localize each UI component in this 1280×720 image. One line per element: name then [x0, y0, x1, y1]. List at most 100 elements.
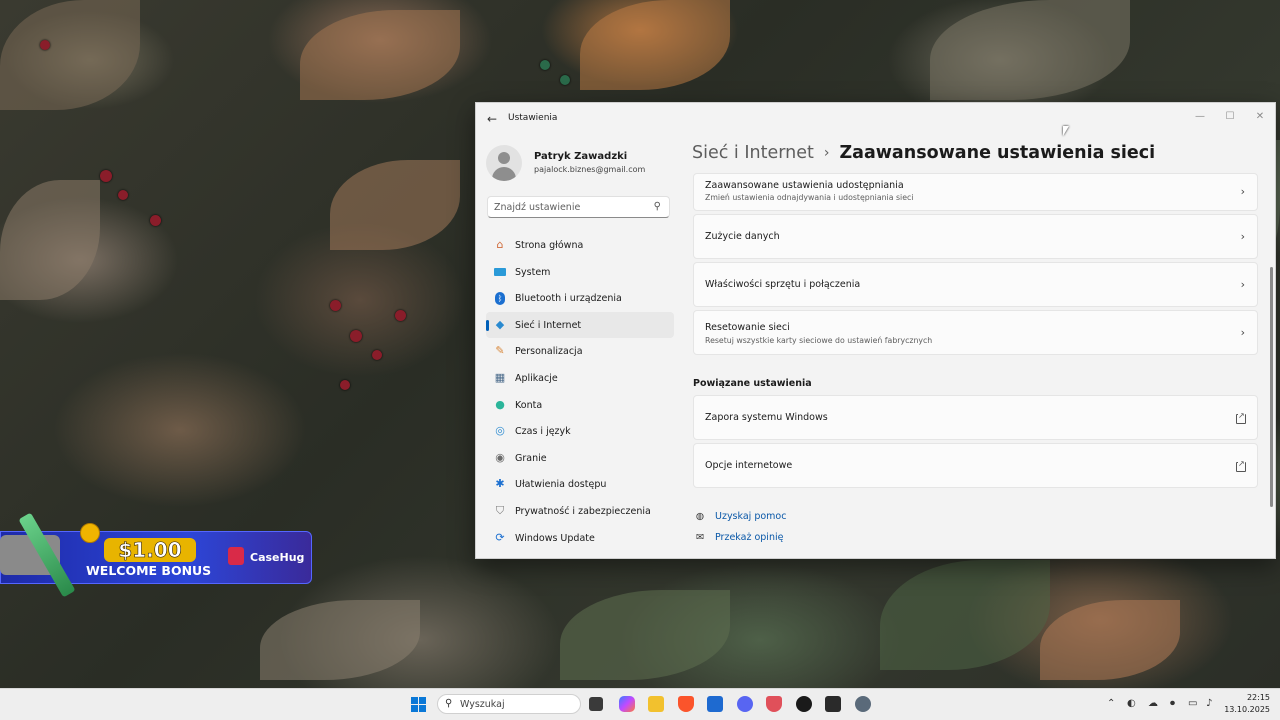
wallpaper-leaf [330, 160, 460, 250]
start-button[interactable] [411, 697, 427, 713]
brush-icon: ✎ [495, 344, 505, 358]
file-explorer-icon[interactable] [648, 696, 664, 712]
taskbar-search[interactable]: ⚲ Wyszukaj [437, 694, 581, 714]
settings-gear-icon[interactable] [855, 696, 871, 712]
windows-logo-icon [411, 697, 418, 704]
card-title: Zużycie danych [705, 231, 780, 242]
discord-icon[interactable] [737, 696, 753, 712]
sidebar-item-network[interactable]: ◆ Sieć i Internet [486, 311, 674, 339]
get-help-link[interactable]: ◍ Uzyskaj pomoc [693, 511, 787, 522]
card-data-usage[interactable]: Zużycie danych › [693, 214, 1258, 259]
copilot-icon[interactable] [619, 696, 635, 712]
sidebar-item-accessibility[interactable]: ✱ Ułatwienia dostępu [486, 471, 674, 498]
help-chat-icon: ◍ [695, 511, 705, 522]
apps-icon: ▦ [494, 370, 506, 384]
give-feedback-link[interactable]: ✉ Przekaż opinię [693, 532, 783, 543]
sidebar-item-label: Konta [515, 399, 543, 411]
card-network-reset[interactable]: Resetowanie sieci Resetuj wszystkie kart… [693, 310, 1258, 355]
obs-icon[interactable] [796, 696, 812, 712]
wallpaper-berry [540, 60, 550, 70]
sidebar-item-personalization[interactable]: ✎ Personalizacja [486, 338, 674, 365]
windows-logo-icon [419, 697, 426, 704]
chevron-right-icon: › [1240, 278, 1245, 291]
wallpaper-berry [560, 75, 570, 85]
card-internet-options[interactable]: Opcje internetowe [693, 443, 1258, 488]
accessibility-icon: ✱ [495, 477, 505, 491]
card-windows-firewall[interactable]: Zapora systemu Windows [693, 395, 1258, 440]
minimize-button[interactable]: — [1186, 107, 1214, 127]
settings-search-input[interactable]: Znajdź ustawienie ⚲ [487, 196, 670, 218]
profile-email: pajalock.biznes@gmail.com [534, 165, 646, 174]
avatar [486, 145, 522, 181]
monitor-icon [493, 265, 507, 279]
sidebar-item-gaming[interactable]: ◉ Granie [486, 445, 674, 472]
mouse-cursor-icon [1063, 126, 1069, 136]
microsoft-store-icon[interactable] [707, 696, 723, 712]
volume-icon[interactable]: ♪ [1206, 698, 1212, 709]
sidebar-item-label: Strona główna [515, 240, 584, 251]
sidebar-nav: ⌂ Strona główna System ᛒ Bluetooth i urz… [486, 232, 674, 551]
user-profile[interactable]: Patryk Zawadzki pajalock.biznes@gmail.co… [486, 143, 666, 183]
card-subtitle: Zmień ustawienia odnajdywania i udostępn… [705, 193, 914, 202]
search-placeholder: Znajdź ustawienie [494, 202, 581, 213]
brave-browser-icon[interactable] [678, 696, 694, 712]
home-icon: ⌂ [496, 238, 504, 251]
breadcrumb: Sieć i Internet › Zaawansowane ustawienia … [692, 143, 1155, 163]
card-title: Resetowanie sieci [705, 322, 790, 333]
sidebar-item-label: Ułatwienia dostępu [515, 479, 607, 491]
windows-logo-icon [419, 705, 426, 712]
scrollbar-thumb[interactable] [1270, 267, 1273, 507]
card-title: Zapora systemu Windows [705, 412, 828, 423]
sidebar-item-accounts[interactable]: ● Konta [486, 392, 674, 419]
person-icon: ● [495, 397, 505, 411]
card-hardware-properties[interactable]: Właściwości sprzętu i połączenia › [693, 262, 1258, 307]
sidebar-item-bluetooth[interactable]: ᛒ Bluetooth i urządzenia [486, 285, 674, 312]
sidebar-item-label: Czas i język [515, 426, 571, 438]
sidebar-item-time-language[interactable]: ◎ Czas i język [486, 418, 674, 445]
onedrive-icon[interactable]: ☁ [1148, 698, 1158, 709]
wallpaper-berry [100, 170, 112, 182]
promo-text: WELCOME BONUS [86, 563, 212, 578]
gamepad-icon: ◉ [495, 450, 505, 464]
sidebar-item-label: Windows Update [515, 532, 595, 544]
clock-time[interactable]: 22:15 [1240, 693, 1270, 702]
browser-icon[interactable] [766, 696, 782, 712]
sidebar-item-label: Prywatność i zabezpieczenia [515, 505, 651, 517]
coin-icon [80, 523, 100, 543]
casehug-logo-icon [228, 547, 244, 565]
breadcrumb-parent[interactable]: Sieć i Internet [692, 143, 814, 163]
chevron-right-icon: › [1240, 185, 1245, 198]
monitor-icon[interactable]: ▭ [1188, 698, 1197, 709]
wallpaper-berry [40, 40, 50, 50]
sidebar-item-label: Aplikacje [515, 372, 558, 384]
search-icon: ⚲ [445, 698, 453, 709]
wallpaper-leaf [930, 0, 1130, 100]
card-subtitle: Resetuj wszystkie karty sieciowe do usta… [705, 336, 933, 345]
profile-name: Patryk Zawadzki [534, 151, 628, 162]
get-help-label: Uzyskaj pomoc [715, 511, 787, 522]
wallpaper-leaf [1040, 600, 1180, 680]
chevron-up-icon[interactable]: ⌃ [1107, 698, 1115, 709]
sidebar-item-home[interactable]: ⌂ Strona główna [486, 232, 674, 259]
sidebar-item-label: Personalizacja [515, 346, 583, 358]
wallpaper-berry [372, 350, 382, 360]
sidebar-item-windows-update[interactable]: ⟳ Windows Update [486, 525, 674, 552]
wallpaper-berry [118, 190, 128, 200]
task-view-icon[interactable] [589, 697, 603, 711]
feedback-icon: ✉ [696, 532, 704, 543]
chevron-right-icon: › [1240, 230, 1245, 243]
close-button[interactable]: ✕ [1246, 107, 1274, 127]
tray-app-icon[interactable]: ◐ [1127, 698, 1136, 709]
microphone-icon[interactable]: ⏺ [1170, 698, 1175, 709]
shield-icon: ⛉ [495, 503, 505, 517]
external-link-icon [1236, 411, 1246, 424]
card-advanced-sharing[interactable]: Zaawansowane ustawienia udostępniania Zm… [693, 173, 1258, 211]
sidebar-item-system[interactable]: System [486, 259, 674, 286]
sidebar-item-privacy[interactable]: ⛉ Prywatność i zabezpieczenia [486, 498, 674, 525]
back-arrow-icon[interactable]: ← [484, 111, 500, 127]
maximize-button[interactable]: ☐ [1216, 107, 1244, 127]
title-bar[interactable]: ← Ustawienia — ☐ ✕ [476, 103, 1275, 135]
terminal-icon[interactable] [825, 696, 841, 712]
sidebar-item-apps[interactable]: ▦ Aplikacje [486, 365, 674, 392]
clock-date[interactable]: 13.10.2025 [1222, 705, 1270, 714]
